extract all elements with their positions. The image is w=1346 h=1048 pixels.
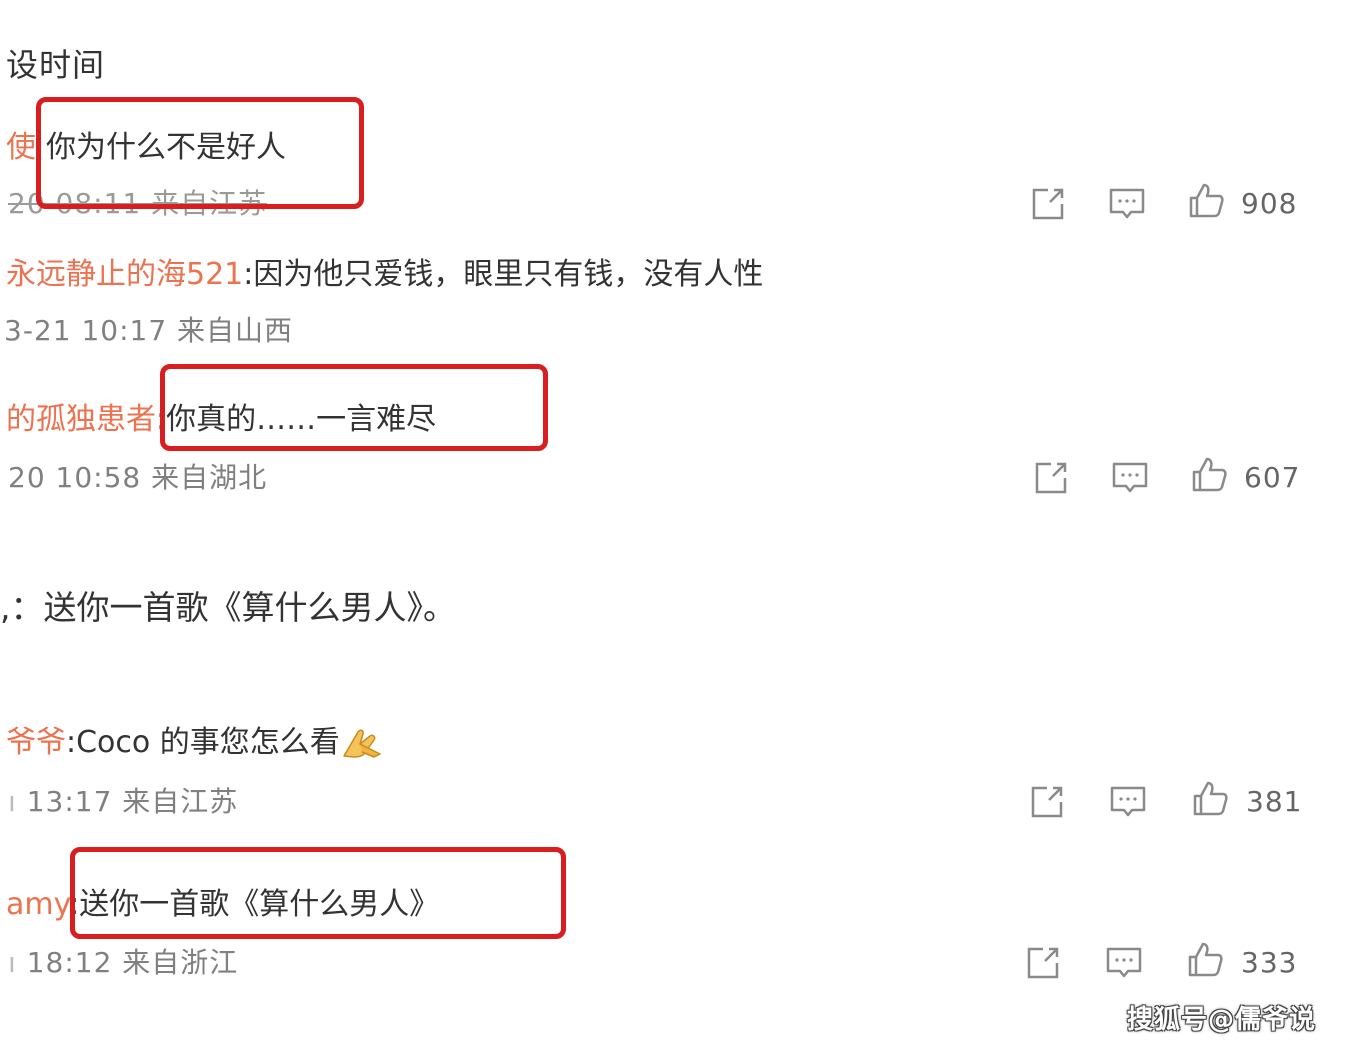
comment-button-1[interactable]: [1107, 184, 1147, 224]
comment-icon: [1109, 188, 1145, 219]
page-title: 设时间: [6, 46, 106, 84]
share-icon: [1035, 462, 1067, 494]
comment-1-text: 你为什么不是好人: [46, 130, 286, 165]
thumbs-up-icon: [1192, 457, 1227, 492]
comment-4: ,：送你一首歌《算什么男人》。: [0, 588, 456, 628]
like-count-3: 607: [1244, 461, 1301, 494]
watermark: 搜狐号@儒爷说: [1126, 1005, 1316, 1035]
comment-3-username[interactable]: 的孤独患者: [6, 402, 156, 437]
comment-5-meta: ı 13:17 来自江苏: [8, 785, 239, 818]
share-button-6[interactable]: [1023, 943, 1063, 983]
comment-6-meta: ı 18:12 来自浙江: [8, 946, 239, 979]
share-button-3[interactable]: [1031, 458, 1071, 498]
share-icon: [1031, 786, 1063, 818]
comment-2-username[interactable]: 永远静止的海521: [6, 257, 243, 292]
comment-5-username[interactable]: 爷爷: [6, 725, 66, 760]
comment-6: amy:送你一首歌《算什么男人》: [6, 885, 439, 925]
comment-5: 爷爷:Coco 的事您怎么看: [6, 723, 384, 763]
comment-icon: [1110, 786, 1146, 817]
comment-5-meta-text: 13:17 来自江苏: [26, 785, 239, 818]
like-count-6: 333: [1241, 946, 1298, 979]
comment-2: 永远静止的海521:因为他只爱钱，眼里只有钱，没有人性: [6, 255, 763, 295]
comment-1-meta: 20 08:11 来自江苏: [8, 186, 267, 222]
comment-1-username[interactable]: 使: [6, 130, 36, 165]
comment-icon: [1106, 947, 1142, 978]
thumbs-up-icon: [1193, 781, 1228, 816]
comment-1: 使你为什么不是好人: [6, 128, 286, 168]
like-button-3[interactable]: [1190, 455, 1230, 495]
like-button-1[interactable]: [1187, 181, 1227, 221]
comment-3: 的孤独患者:你真的……一言难尽: [6, 400, 436, 440]
comment-button-5[interactable]: [1108, 782, 1148, 822]
comment-icon: [1112, 462, 1148, 493]
comment-6-meta-text: 18:12 来自浙江: [26, 946, 239, 979]
comment-3-text: :你真的……一言难尽: [156, 402, 437, 437]
comment-1-meta-text: 20 08:11 来自江苏: [8, 187, 268, 220]
comment-3-meta: 20 10:58 来自湖北: [8, 461, 268, 494]
share-icon: [1032, 188, 1064, 220]
comment-2-meta: 3-21 10:17 来自山西: [4, 314, 294, 347]
comment-4-text: ,：送你一首歌《算什么男人》。: [0, 588, 456, 627]
like-button-6[interactable]: [1186, 940, 1226, 980]
thumbs-up-icon: [1189, 183, 1224, 218]
comment-6-text: :送你一首歌《算什么男人》: [69, 887, 440, 922]
comment-5-text: :Coco 的事您怎么看: [66, 725, 340, 760]
comment-button-3[interactable]: [1110, 458, 1150, 498]
comment-button-6[interactable]: [1104, 943, 1144, 983]
praying-hands-emoji: [340, 726, 384, 758]
comment-6-username[interactable]: amy: [6, 887, 69, 922]
share-button-5[interactable]: [1027, 782, 1067, 822]
like-button-5[interactable]: [1191, 779, 1231, 819]
comment-2-text: :因为他只爱钱，眼里只有钱，没有人性: [243, 257, 764, 292]
share-button-1[interactable]: [1028, 184, 1068, 224]
share-icon: [1027, 947, 1059, 979]
like-count-5: 381: [1246, 785, 1303, 818]
thumbs-up-icon: [1188, 942, 1223, 977]
like-count-1: 908: [1241, 187, 1298, 220]
